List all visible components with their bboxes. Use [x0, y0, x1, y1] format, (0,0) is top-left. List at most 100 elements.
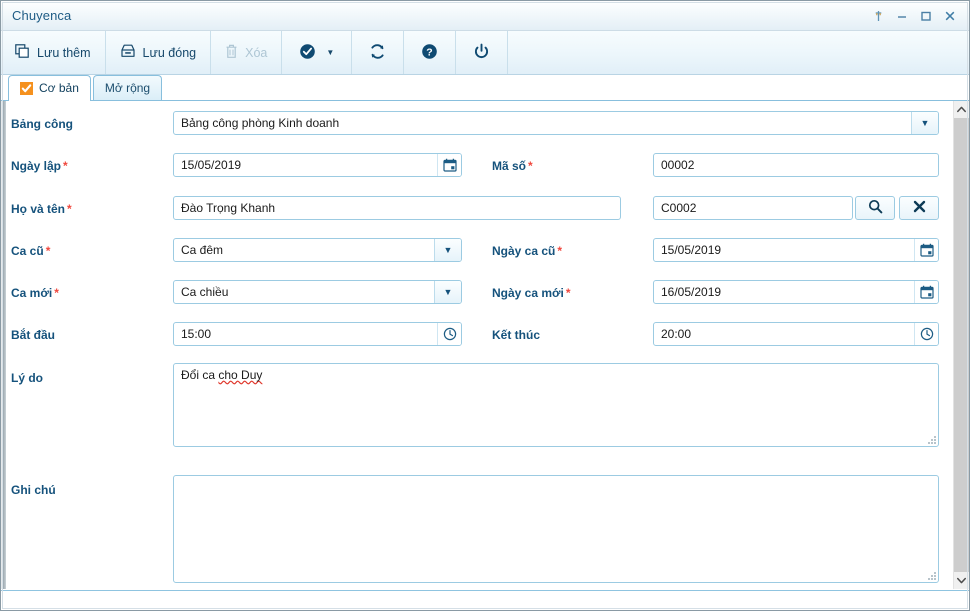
toolbar: Lưu thêm Lưu đóng Xóa ▼ ? [1, 31, 969, 75]
scroll-up-arrow-icon[interactable] [954, 101, 969, 118]
panel-left-edge [1, 101, 6, 589]
label-ca-moi: Ca mới * [11, 286, 59, 300]
caret-down-icon[interactable]: ▼ [326, 48, 334, 57]
ca-moi-value: Ca chiều [181, 285, 229, 299]
ngay-ca-cu-input[interactable]: 15/05/2019 [653, 238, 939, 262]
ngay-lap-input[interactable]: 15/05/2019 [173, 153, 462, 177]
ho-va-ten-value: Đào Trọng Khanh [181, 201, 276, 215]
close-button[interactable] [939, 5, 961, 27]
svg-text:?: ? [427, 46, 433, 58]
label-ly-do: Lý do [11, 371, 43, 385]
tab-strip: Cơ bản Mở rộng [1, 75, 969, 101]
bang-cong-value: Bảng công phòng Kinh doanh [181, 116, 340, 130]
checkmark-icon [20, 81, 33, 95]
trash-icon [225, 44, 238, 62]
chevron-down-icon[interactable]: ▼ [434, 281, 461, 303]
ket-thuc-value: 20:00 [661, 327, 692, 341]
ghi-chu-textarea[interactable] [173, 475, 939, 583]
form-panel: Bảng công Bảng công phòng Kinh doanh ▼ N… [1, 101, 969, 589]
close-x-icon [913, 200, 926, 216]
required-marker: * [45, 244, 51, 258]
ca-cu-select[interactable]: Ca đêm ▼ [173, 238, 462, 262]
form-body: Bảng công Bảng công phòng Kinh doanh ▼ N… [1, 101, 953, 589]
bang-cong-select[interactable]: Bảng công phòng Kinh doanh ▼ [173, 111, 939, 135]
ly-do-text-misspelled: cho Duy [218, 368, 263, 382]
refresh-button[interactable] [352, 31, 405, 74]
ly-do-text-normal: Đổi ca [181, 368, 219, 382]
ghi-chu-value [174, 476, 938, 484]
label-ngay-lap: Ngày lập * [11, 159, 68, 173]
clock-icon[interactable] [914, 323, 938, 345]
ca-cu-value: Ca đêm [181, 243, 224, 257]
required-marker: * [67, 202, 72, 216]
bat-dau-input[interactable]: 15:00 [173, 322, 462, 346]
pin-button[interactable] [867, 5, 889, 27]
ma-so-value: 00002 [661, 158, 695, 172]
label-bat-dau: Bắt đầu [11, 328, 56, 342]
ngay-lap-value: 15/05/2019 [181, 158, 242, 172]
ngay-ca-moi-input[interactable]: 16/05/2019 [653, 280, 939, 304]
calendar-icon[interactable] [914, 239, 938, 261]
label-ghi-chu: Ghi chú [11, 483, 56, 497]
save-close-button[interactable]: Lưu đóng [106, 31, 212, 74]
application-window: Chuyenca Lưu thêm Lưu đóng Xóa ▼ ? Cơ bả… [0, 0, 970, 611]
status-bar-inner [2, 593, 968, 609]
delete-button[interactable]: Xóa [211, 31, 283, 74]
required-marker: * [557, 244, 563, 258]
clear-button[interactable] [899, 196, 939, 220]
search-button[interactable] [855, 196, 895, 220]
power-button[interactable] [456, 31, 509, 74]
tab-mo-rong-label: Mở rộng [104, 81, 151, 95]
save-add-button[interactable]: Lưu thêm [1, 31, 106, 74]
title-bar: Chuyenca [1, 1, 969, 31]
copy-icon [15, 43, 30, 62]
refresh-icon [369, 43, 386, 63]
power-icon [473, 43, 490, 63]
required-marker: * [565, 286, 571, 300]
ho-va-ten-input[interactable]: Đào Trọng Khanh [173, 196, 621, 220]
tab-co-ban[interactable]: Cơ bản [8, 75, 91, 101]
maximize-button[interactable] [915, 5, 937, 27]
ngay-ca-moi-value: 16/05/2019 [661, 285, 722, 299]
calendar-icon[interactable] [914, 281, 938, 303]
vertical-scrollbar[interactable] [953, 101, 969, 589]
label-ket-thuc: Kết thúc [492, 328, 540, 342]
bat-dau-value: 15:00 [181, 327, 212, 341]
minimize-button[interactable] [891, 5, 913, 27]
tab-mo-rong[interactable]: Mở rộng [92, 75, 163, 100]
chevron-down-icon[interactable]: ▼ [434, 239, 461, 261]
window-controls [867, 5, 961, 27]
ngay-ca-cu-value: 15/05/2019 [661, 243, 722, 257]
window-title: Chuyenca [12, 8, 72, 23]
delete-label: Xóa [245, 45, 268, 60]
search-icon [868, 199, 883, 217]
label-ngay-ca-moi: Ngày ca mới * [492, 286, 571, 300]
save-add-label: Lưu thêm [37, 45, 91, 60]
scrollbar-thumb[interactable] [954, 118, 969, 573]
ca-moi-select[interactable]: Ca chiều ▼ [173, 280, 462, 304]
ma-nhan-vien-value: C0002 [661, 201, 697, 215]
help-button[interactable]: ? [404, 31, 457, 74]
label-ngay-ca-cu: Ngày ca cũ * [492, 244, 563, 258]
label-ca-cu: Ca cũ * [11, 244, 51, 258]
ket-thuc-input[interactable]: 20:00 [653, 322, 939, 346]
label-ma-so: Mã số * [492, 159, 533, 173]
save-close-label: Lưu đóng [142, 45, 197, 60]
question-circle-icon: ? [421, 43, 438, 63]
chevron-down-icon[interactable]: ▼ [911, 112, 938, 134]
clock-icon[interactable] [437, 323, 461, 345]
status-bar [1, 590, 969, 610]
calendar-icon[interactable] [437, 154, 461, 176]
scroll-down-arrow-icon[interactable] [954, 572, 969, 589]
approve-button[interactable]: ▼ [282, 31, 353, 74]
resize-grip[interactable] [927, 435, 936, 444]
ma-so-input[interactable]: 00002 [653, 153, 939, 177]
required-marker: * [54, 286, 59, 300]
ly-do-textarea[interactable]: Đổi ca cho Duy [173, 363, 939, 447]
check-circle-icon [299, 43, 316, 63]
save-disk-icon [120, 44, 136, 61]
ma-nhan-vien-input[interactable]: C0002 [653, 196, 853, 220]
tab-co-ban-label: Cơ bản [39, 81, 79, 95]
resize-grip[interactable] [927, 571, 936, 580]
label-ho-va-ten: Họ và tên * [11, 202, 72, 216]
